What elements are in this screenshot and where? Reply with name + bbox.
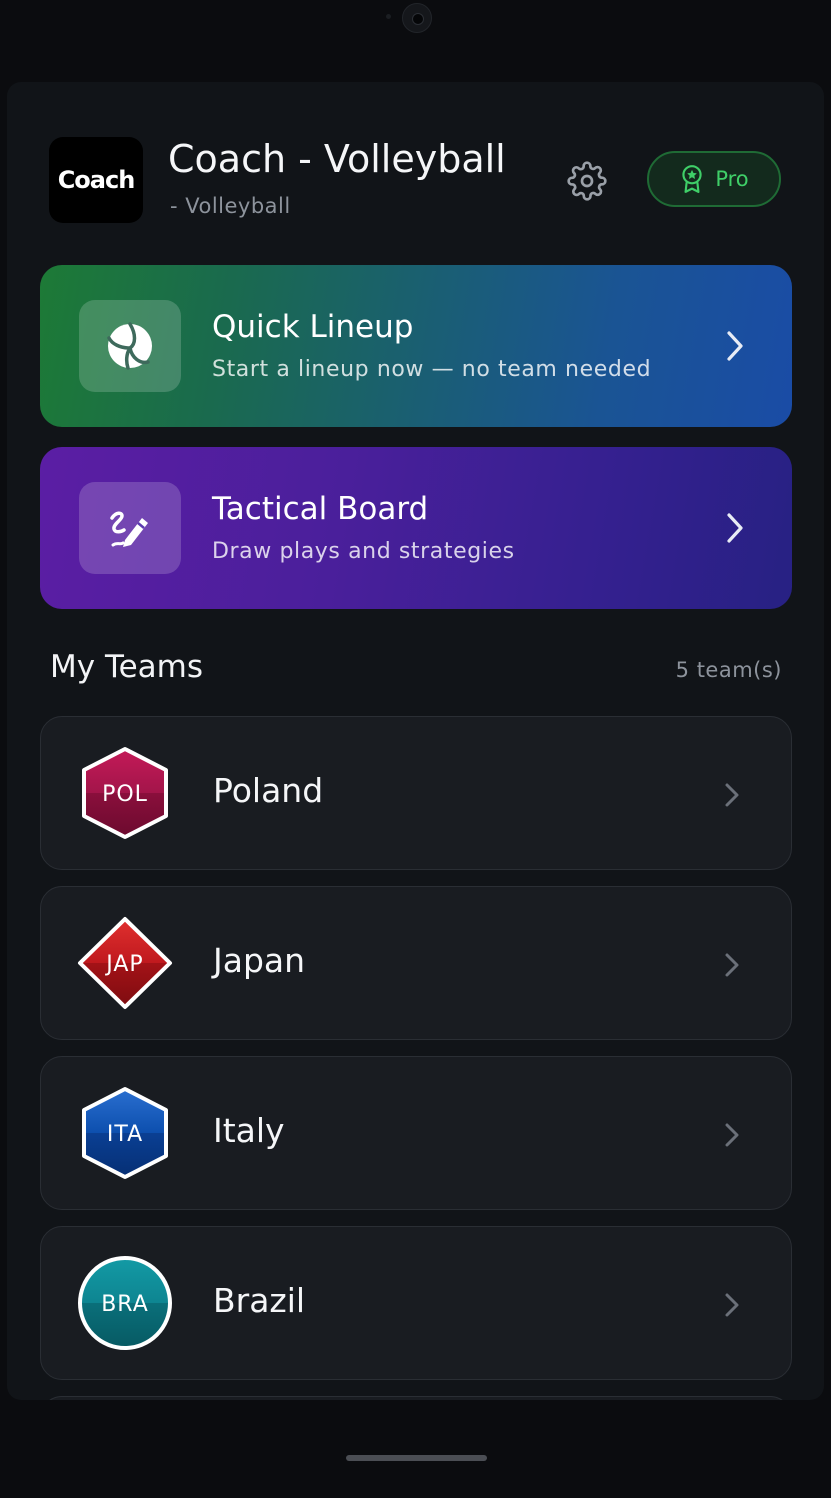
quick-lineup-icon-box: [79, 300, 181, 392]
my-teams-heading: My Teams: [50, 649, 204, 685]
team-row-poland[interactable]: POL Poland: [40, 716, 792, 870]
tactical-board-card[interactable]: Tactical Board Draw plays and strategies: [40, 447, 792, 609]
app-title: Coach - Volleyball: [168, 137, 506, 181]
quick-lineup-subtitle: Start a lineup now — no team needed: [212, 357, 652, 382]
volleyball-icon: [107, 322, 152, 370]
team-row-partial[interactable]: [40, 1396, 792, 1400]
chevron-right-icon: [725, 783, 739, 807]
chevron-right-icon: [727, 513, 743, 543]
app-logo-text: Coach: [57, 166, 136, 194]
team-badge-italy: ITA: [82, 1087, 168, 1179]
team-name: Brazil: [213, 1281, 306, 1320]
team-badge-code: POL: [102, 782, 148, 807]
pro-label: Pro: [715, 167, 749, 191]
team-badge-poland: POL: [82, 747, 168, 839]
team-badge-code: JAP: [104, 952, 143, 977]
app-subtitle: - Volleyball: [170, 194, 291, 218]
award-badge-icon: [682, 165, 702, 193]
team-name: Poland: [213, 771, 324, 810]
front-camera: [402, 3, 432, 33]
tactical-board-subtitle: Draw plays and strategies: [212, 539, 515, 564]
team-name: Italy: [213, 1111, 285, 1150]
tactical-board-title: Tactical Board: [212, 491, 429, 527]
draw-pencil-icon: [110, 511, 148, 547]
team-name: Japan: [213, 941, 306, 980]
chevron-right-icon: [725, 1123, 739, 1147]
team-badge-code: ITA: [107, 1122, 143, 1147]
tactical-board-icon-box: [79, 482, 181, 574]
settings-button[interactable]: [563, 157, 611, 205]
quick-lineup-card[interactable]: Quick Lineup Start a lineup now — no tea…: [40, 265, 792, 427]
team-badge-brazil: BRA: [78, 1256, 172, 1350]
gear-icon: [567, 161, 607, 201]
team-count: 5 team(s): [675, 658, 782, 682]
app-logo: Coach: [49, 137, 143, 223]
pro-button[interactable]: Pro: [647, 151, 781, 207]
chevron-right-icon: [725, 953, 739, 977]
chevron-right-icon: [725, 1293, 739, 1317]
app-screen: Coach Coach - Volleyball - Volleyball Pr…: [7, 82, 824, 1400]
team-row-brazil[interactable]: BRA Brazil: [40, 1226, 792, 1380]
team-badge-code: BRA: [101, 1292, 149, 1317]
chevron-right-icon: [727, 331, 743, 361]
team-row-italy[interactable]: ITA Italy: [40, 1056, 792, 1210]
team-row-japan[interactable]: JAP Japan: [40, 886, 792, 1040]
sensor-dot: [386, 14, 391, 19]
home-indicator[interactable]: [346, 1455, 487, 1461]
team-badge-japan: JAP: [78, 917, 172, 1009]
quick-lineup-title: Quick Lineup: [212, 309, 414, 345]
